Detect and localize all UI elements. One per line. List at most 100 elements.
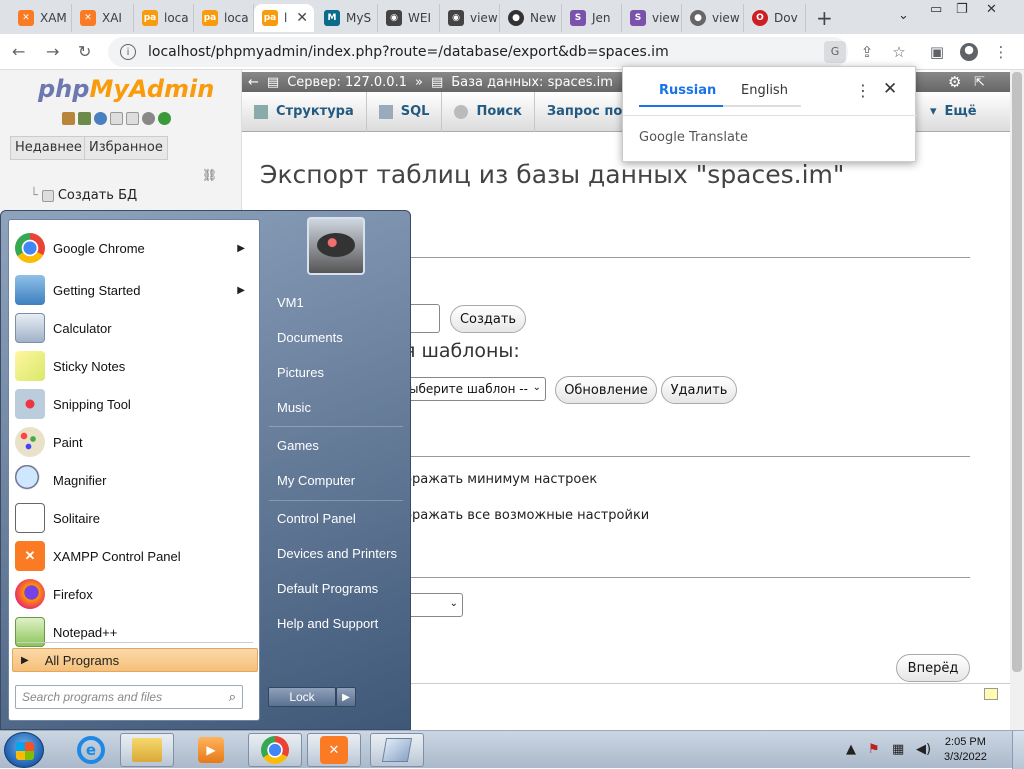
taskbar-media-player[interactable]: ▶ — [184, 733, 238, 767]
forward-button[interactable]: Вперёд — [896, 654, 970, 682]
url-field[interactable]: i localhost/phpmyadmin/index.php?route=/… — [108, 37, 848, 67]
share-icon[interactable]: ⇪ — [858, 43, 876, 61]
start-link-documents[interactable]: Documents — [269, 322, 405, 352]
new-tab-icon[interactable]: + — [816, 6, 833, 30]
lang-russian-tab[interactable]: Russian — [659, 83, 716, 98]
home-icon[interactable] — [62, 112, 75, 125]
browser-tab[interactable]: ✕ XAI — [72, 4, 134, 32]
show-hidden-icons-icon[interactable]: ▲ — [846, 742, 856, 757]
taskbar-ie[interactable]: e — [64, 733, 118, 767]
network-icon[interactable]: ▦ — [892, 742, 904, 757]
tab-search-chevron-icon[interactable]: ⌄ — [898, 8, 909, 23]
update-template-button[interactable]: Обновление — [555, 376, 657, 404]
tab-structure[interactable]: Структура — [242, 91, 367, 132]
page-scrollbar[interactable] — [1010, 70, 1024, 730]
translate-icon[interactable]: G — [824, 41, 846, 63]
settings-gear-icon[interactable]: ⚙ — [948, 73, 961, 91]
tab-sql[interactable]: SQL — [367, 91, 443, 132]
start-item-calculator[interactable]: Calculator — [13, 310, 257, 346]
start-link-control-panel[interactable]: Control Panel — [269, 503, 405, 533]
tab-search[interactable]: Поиск — [442, 91, 535, 132]
window-close-icon[interactable]: ✕ — [986, 2, 997, 17]
start-item-magnifier[interactable]: Magnifier — [13, 462, 257, 498]
start-item-chrome[interactable]: Google Chrome ▶ — [13, 230, 257, 266]
shutdown-options-arrow-icon[interactable]: ▶ — [336, 687, 356, 707]
export-quick-option[interactable]: бражать минимум настроек — [404, 472, 597, 487]
search-icon[interactable]: ⌕ — [229, 689, 236, 705]
profile-avatar-icon[interactable]: ● — [960, 43, 978, 61]
action-center-flag-icon[interactable]: ⚑ — [868, 742, 880, 757]
browser-tab[interactable]: Sview — [622, 4, 682, 32]
create-db-link[interactable]: └ Создать БД — [30, 188, 137, 203]
system-clock[interactable]: 2:05 PM 3/3/2022 — [944, 735, 987, 765]
pma-logo[interactable]: phpMyAdmin — [38, 75, 214, 103]
gear-icon[interactable] — [142, 112, 155, 125]
collapse-icon[interactable]: ⇱ — [974, 75, 985, 90]
start-link-default-programs[interactable]: Default Programs — [269, 573, 405, 603]
delete-template-button[interactable]: Удалить — [661, 376, 737, 404]
start-item-paint[interactable]: Paint — [13, 424, 257, 460]
recent-tab[interactable]: Недавнее — [10, 136, 87, 160]
start-item-notepadpp[interactable]: Notepad++ — [13, 614, 257, 650]
create-template-button[interactable]: Создать — [450, 305, 526, 333]
start-link-pictures[interactable]: Pictures — [269, 357, 405, 387]
reload-icon[interactable]: ↻ — [78, 42, 91, 61]
side-panel-icon[interactable]: ▣ — [928, 43, 946, 61]
browser-menu-icon[interactable]: ⋮ — [992, 43, 1010, 61]
taskbar-chrome[interactable] — [248, 733, 302, 767]
start-link-vm1[interactable]: VM1 — [269, 287, 405, 317]
format-select[interactable]: ⌄ — [404, 593, 463, 617]
tab-query[interactable]: Запрос по — [535, 92, 634, 132]
start-button[interactable] — [4, 732, 44, 768]
start-link-games[interactable]: Games — [269, 430, 405, 460]
export-custom-option[interactable]: бражать все возможные настройки — [404, 508, 649, 523]
start-item-solitaire[interactable]: Solitaire — [13, 500, 257, 536]
user-account-picture[interactable] — [307, 217, 365, 275]
all-programs-button[interactable]: ▶ All Programs — [12, 648, 258, 672]
taskbar-xampp[interactable]: ✕ — [307, 733, 361, 767]
browser-tab[interactable]: ✕ XAM — [10, 4, 72, 32]
browser-tab[interactable]: O Dov — [744, 4, 806, 32]
minimize-icon[interactable]: ▭ — [930, 2, 942, 17]
volume-icon[interactable]: ◀) — [916, 742, 931, 757]
breadcrumb-server[interactable]: Сервер: 127.0.0.1 — [287, 75, 407, 90]
template-select[interactable]: ыберите шаблон -- ⌄ — [404, 377, 546, 401]
breadcrumb-database[interactable]: База данных: spaces.im — [451, 75, 613, 90]
restore-icon[interactable]: ❐ — [956, 2, 968, 17]
forward-arrow-icon[interactable]: → — [46, 42, 59, 61]
start-link-devices-printers[interactable]: Devices and Printers — [269, 538, 405, 568]
browser-tab[interactable]: M MyS — [316, 4, 378, 32]
lock-button[interactable]: Lock — [268, 687, 336, 707]
tab-more[interactable]: ▾ Ещё — [918, 92, 989, 132]
start-link-help-support[interactable]: Help and Support — [269, 608, 405, 638]
start-item-getting-started[interactable]: Getting Started ▶ — [13, 272, 257, 308]
docs-icon[interactable] — [110, 112, 123, 125]
start-link-music[interactable]: Music — [269, 392, 405, 422]
start-search-input[interactable]: Search programs and files ⌕ — [15, 685, 243, 709]
start-item-xampp[interactable]: ✕ XAMPP Control Panel — [13, 538, 257, 574]
browser-tab[interactable]: S Jen — [562, 4, 622, 32]
refresh-icon[interactable] — [158, 112, 171, 125]
start-item-snipping-tool[interactable]: Snipping Tool — [13, 386, 257, 422]
browser-tab[interactable]: ◉ WEI — [378, 4, 440, 32]
back-arrow-icon[interactable]: ← — [12, 42, 25, 61]
start-link-my-computer[interactable]: My Computer — [269, 465, 405, 495]
browser-tab[interactable]: pa loca — [194, 4, 254, 32]
close-icon[interactable]: ✕ — [883, 79, 897, 99]
browser-tab[interactable]: ◉ view — [440, 4, 500, 32]
lang-english-tab[interactable]: English — [741, 83, 788, 98]
favorites-tab[interactable]: Избранное — [84, 136, 168, 160]
taskbar-notepad[interactable] — [370, 733, 424, 767]
browser-tab-active[interactable]: pa l ✕ — [254, 4, 314, 32]
taskbar-explorer[interactable] — [120, 733, 174, 767]
bookmark-star-icon[interactable]: ☆ — [890, 43, 908, 61]
site-info-icon[interactable]: i — [120, 44, 136, 60]
back-arrow-icon[interactable]: ← — [248, 75, 259, 90]
help-icon[interactable] — [94, 112, 107, 125]
submenu-arrow-icon[interactable]: ▶ — [237, 285, 245, 296]
close-tab-icon[interactable]: ✕ — [296, 10, 308, 26]
more-options-icon[interactable]: ⋮ — [855, 81, 871, 100]
browser-tab[interactable]: ● view — [682, 4, 744, 32]
start-item-firefox[interactable]: Firefox — [13, 576, 257, 612]
start-item-sticky-notes[interactable]: Sticky Notes — [13, 348, 257, 384]
